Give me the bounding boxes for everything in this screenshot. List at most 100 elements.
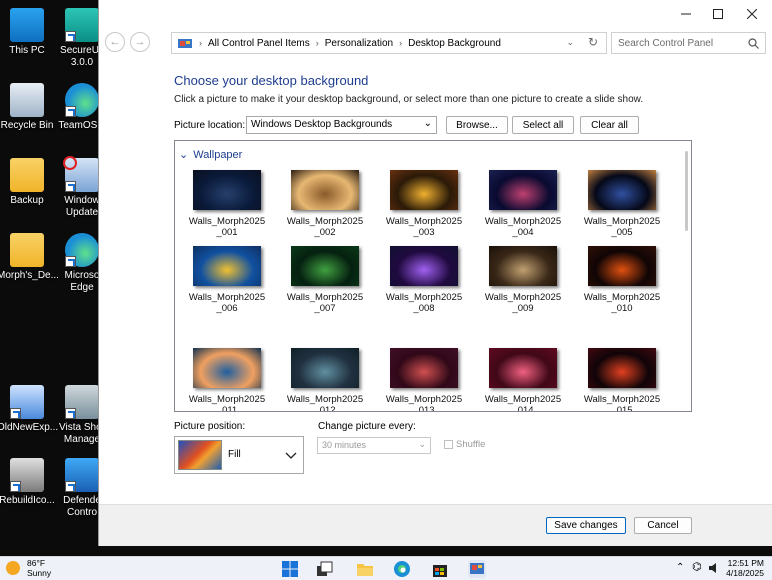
desktop-icon-label: Morph's_De... — [0, 270, 59, 281]
breadcrumb-all-items[interactable]: All Control Panel Items — [208, 38, 310, 49]
cancel-button[interactable]: Cancel — [634, 517, 692, 534]
breadcrumb-desktop-background[interactable]: Desktop Background — [408, 38, 501, 49]
desktop-icon[interactable]: Morph's_De... — [0, 233, 59, 282]
shuffle-label: Shuffle — [456, 439, 486, 450]
wallpaper-name: Walls_Morph2025 _011 — [188, 394, 266, 412]
wallpaper-name: Walls_Morph2025 _010 — [583, 292, 661, 314]
shortcut-arrow-icon — [65, 256, 76, 267]
breadcrumb-personalization[interactable]: Personalization — [325, 38, 393, 49]
close-button[interactable] — [735, 0, 769, 28]
search-input[interactable]: Search Control Panel — [611, 32, 766, 54]
gallery-scrollbar[interactable] — [685, 151, 688, 231]
shortcut-manager-icon — [65, 385, 99, 419]
wallpaper-name: Walls_Morph2025 _012 — [286, 394, 364, 412]
wallpaper-tile[interactable]: Walls_Morph2025 _009 — [483, 246, 563, 314]
wallpaper-tile[interactable]: Walls_Morph2025 _004 — [483, 170, 563, 238]
desktop-icon[interactable]: Backup — [0, 158, 57, 207]
shuffle-checkbox-row[interactable]: Shuffle — [444, 439, 485, 450]
wallpaper-thumbnail — [291, 246, 359, 286]
wallpaper-tile[interactable]: Walls_Morph2025 _011 — [187, 348, 267, 412]
wallpaper-tile[interactable]: Walls_Morph2025 _012 — [285, 348, 365, 412]
shuffle-checkbox[interactable] — [444, 440, 453, 449]
wallpaper-tile[interactable]: Walls_Morph2025 _006 — [187, 246, 267, 314]
desktop-background-window: ← → › All Control Panel Items › Personal… — [98, 0, 772, 546]
wallpaper-thumbnail — [193, 246, 261, 286]
search-placeholder: Search Control Panel — [618, 37, 714, 49]
wallpaper-tile[interactable]: Walls_Morph2025 _010 — [582, 246, 662, 314]
shortcut-arrow-icon — [65, 31, 76, 42]
main-content: Choose your desktop background Click a p… — [99, 56, 772, 504]
shortcut-arrow-icon — [65, 481, 76, 492]
browse-button[interactable]: Browse... — [446, 116, 508, 134]
picture-position-select[interactable]: Fill — [174, 436, 304, 474]
wallpaper-name: Walls_Morph2025 _005 — [583, 216, 661, 238]
wallpaper-tile[interactable]: Walls_Morph2025 _014 — [483, 348, 563, 412]
save-changes-button[interactable]: Save changes — [546, 517, 626, 534]
wallpaper-thumbnail — [193, 348, 261, 388]
defender-icon — [65, 458, 99, 492]
start-button[interactable] — [281, 560, 299, 578]
desktop-icon[interactable]: This PC — [0, 8, 57, 57]
windows-logo-icon — [282, 561, 298, 577]
maximize-button[interactable] — [701, 0, 735, 28]
wallpaper-name: Walls_Morph2025 _002 — [286, 216, 364, 238]
desktop-icon-label: Recycle Bin — [0, 120, 54, 131]
forward-button[interactable]: → — [130, 32, 150, 52]
weather-widget[interactable]: 86°F Sunny — [27, 558, 51, 578]
chevron-down-icon — [285, 452, 297, 459]
folder-icon — [357, 564, 373, 576]
wallpaper-tile[interactable]: Walls_Morph2025 _007 — [285, 246, 365, 314]
close-icon — [747, 9, 757, 19]
speaker-icon[interactable] — [708, 562, 720, 574]
change-picture-select[interactable]: 30 minutes ⌄ — [317, 437, 431, 454]
picture-position-value: Fill — [228, 449, 241, 460]
weather-temp: 86°F — [27, 558, 46, 568]
page-description: Click a picture to make it your desktop … — [174, 94, 644, 105]
clock[interactable]: 12:51 PM 4/18/2025 — [726, 558, 764, 578]
minimize-button[interactable] — [669, 0, 703, 28]
edge-taskbar-button[interactable] — [393, 560, 411, 578]
wallpaper-gallery[interactable]: ⌄ Wallpaper Walls_Morph2025 _001 Walls_Mo… — [174, 140, 692, 412]
wallpaper-name: Walls_Morph2025 _014 — [484, 394, 562, 412]
picture-location-value: Windows Desktop Backgrounds — [251, 119, 393, 130]
desktop-icon-label: This PC — [9, 45, 45, 56]
back-button[interactable]: ← — [105, 32, 125, 52]
store-button[interactable] — [431, 560, 449, 578]
desktop-icon[interactable]: OldNewExp... — [0, 385, 58, 434]
sun-icon[interactable] — [6, 561, 20, 575]
control-panel-taskbar-button[interactable] — [468, 560, 486, 578]
wallpaper-tile[interactable]: Walls_Morph2025 _002 — [285, 170, 365, 238]
task-view-button[interactable] — [316, 560, 334, 578]
wallpaper-thumbnail — [291, 170, 359, 210]
chevron-down-icon: ⌄ — [418, 439, 426, 449]
network-icon[interactable]: ⌬ — [692, 560, 702, 573]
wallpaper-tile[interactable]: Walls_Morph2025 _013 — [384, 348, 464, 411]
wallpaper-thumbnail — [390, 170, 458, 210]
group-header[interactable]: ⌄ Wallpaper — [179, 148, 242, 162]
desktop-icon[interactable]: RebuildIco... — [0, 458, 57, 507]
task-view-icon — [317, 561, 333, 576]
shortcut-arrow-icon — [10, 481, 21, 492]
wallpaper-name: Walls_Morph2025 _008 — [385, 292, 463, 314]
clear-all-button[interactable]: Clear all — [580, 116, 639, 134]
title-bar[interactable] — [99, 0, 772, 28]
wallpaper-thumbnail — [390, 246, 458, 286]
refresh-icon[interactable]: ↻ — [588, 35, 598, 49]
desktop-icon[interactable]: Recycle Bin — [0, 83, 57, 132]
wallpaper-name: Walls_Morph2025 _015 — [583, 394, 661, 412]
wallpaper-tile[interactable]: Walls_Morph2025 _005 — [582, 170, 662, 238]
address-dropdown-icon[interactable]: ⌄ — [566, 37, 574, 48]
wallpaper-tile[interactable]: Walls_Morph2025 _008 — [384, 246, 464, 314]
file-explorer-button[interactable] — [356, 560, 374, 578]
select-all-button[interactable]: Select all — [512, 116, 574, 134]
chevron-up-icon[interactable]: ⌃ — [676, 562, 684, 573]
wallpaper-name: Walls_Morph2025 _004 — [484, 216, 562, 238]
address-bar[interactable]: › All Control Panel Items › Personalizat… — [171, 32, 607, 54]
wallpaper-thumbnail — [390, 348, 458, 388]
wallpaper-tile[interactable]: Walls_Morph2025 _003 — [384, 170, 464, 238]
wallpaper-tile[interactable]: Walls_Morph2025 _001 — [187, 170, 267, 238]
wallpaper-name: Walls_Morph2025 _006 — [188, 292, 266, 314]
wallpaper-tile[interactable]: Walls_Morph2025 _015 — [582, 348, 662, 412]
control-panel-icon — [470, 563, 484, 574]
picture-location-select[interactable]: Windows Desktop Backgrounds ⌄ — [246, 116, 437, 134]
